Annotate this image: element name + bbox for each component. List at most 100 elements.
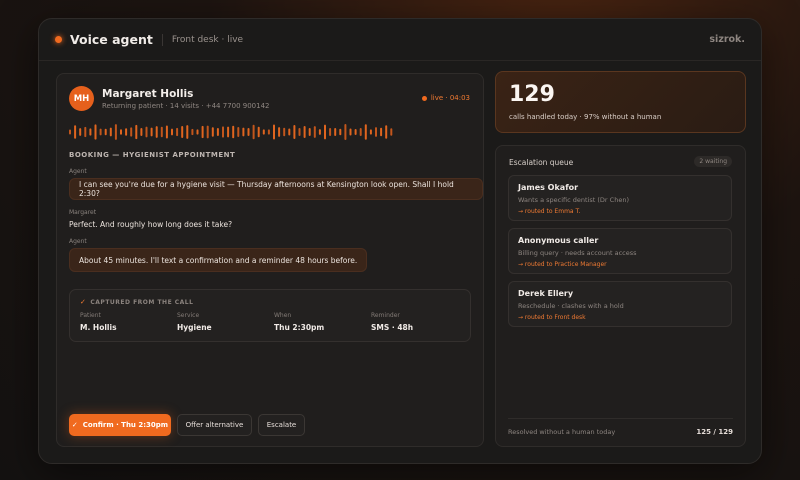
- app-title: Voice agent: [70, 32, 153, 47]
- waveform-bar: [176, 127, 179, 137]
- queue-item[interactable]: Anonymous caller Billing query · needs a…: [508, 228, 732, 274]
- divider: [161, 33, 163, 46]
- resolved-count: 125 / 129: [696, 428, 733, 436]
- waveform-bar: [344, 124, 347, 140]
- waveform-bar: [380, 127, 383, 137]
- field-value: Thu 2:30pm: [274, 323, 325, 332]
- calls-caption: calls handled today · 97% without a huma…: [509, 113, 662, 121]
- waveform-bar: [293, 124, 296, 140]
- waveform-bar: [114, 124, 117, 140]
- waveform-bar: [334, 127, 337, 137]
- waveform-bar: [89, 128, 92, 136]
- captured-details-card: ✓ CAPTURED FROM THE CALL Patient M. Holl…: [69, 289, 471, 342]
- waveform-bar: [104, 128, 107, 136]
- field-label: Service: [177, 312, 200, 319]
- waveform-bar: [283, 127, 286, 137]
- captured-heading-text: CAPTURED FROM THE CALL: [90, 298, 194, 306]
- captured-heading: ✓ CAPTURED FROM THE CALL: [80, 298, 193, 306]
- check-icon: ✓: [71, 421, 78, 429]
- waveform-bar: [222, 126, 224, 138]
- speaker-label: Agent: [69, 238, 87, 245]
- waveform-bar: [94, 124, 97, 140]
- call-panel: MH Margaret Hollis Returning patient · 1…: [56, 73, 484, 447]
- waveform-bar: [227, 126, 230, 138]
- offer-alternative-button[interactable]: Offer alternative: [177, 414, 252, 436]
- waveform-bar: [145, 126, 148, 138]
- calls-stats-card: 129 calls handled today · 97% without a …: [495, 71, 746, 133]
- agent-message: I can see you're due for a hygiene visit…: [69, 178, 483, 200]
- booking-label: BOOKING — HYGIENIST APPOINTMENT: [69, 151, 236, 159]
- waveform-bar: [150, 127, 153, 137]
- waveform-bar: [247, 127, 250, 137]
- calls-count: 129: [509, 82, 555, 107]
- waveform-bar: [267, 129, 270, 135]
- field-label: Patient: [80, 312, 101, 319]
- waveform-bar: [252, 124, 255, 140]
- waveform-bar: [369, 129, 372, 135]
- live-dot-icon: [421, 95, 427, 101]
- queue-item-route: → routed to Front desk: [518, 314, 586, 321]
- queue-item-name: James Okafor: [518, 183, 579, 192]
- waveform-bar: [308, 127, 311, 137]
- escalation-queue: Escalation queue 2 waiting James Okafor …: [495, 145, 746, 447]
- caller-header: MH Margaret Hollis Returning patient · 1…: [69, 86, 270, 111]
- waveform-bar: [171, 128, 173, 136]
- caller-message: Perfect. And roughly how long does it ta…: [69, 220, 233, 229]
- waveform-bar: [364, 124, 367, 140]
- queue-item-desc: Wants a specific dentist (Dr Chen): [518, 196, 629, 204]
- confirm-label: Confirm · Thu 2:30pm: [82, 421, 169, 429]
- captured-field-service: Service Hygiene: [177, 312, 212, 332]
- confirm-button[interactable]: ✓ Confirm · Thu 2:30pm: [69, 414, 171, 436]
- waveform-bar: [79, 128, 82, 136]
- field-value: SMS · 48h: [371, 323, 414, 332]
- waveform-bar: [130, 127, 133, 137]
- waveform-bar: [390, 128, 393, 136]
- waveform-bar: [74, 125, 77, 139]
- caller-meta: Returning patient · 14 visits · +44 7700…: [102, 101, 270, 110]
- waveform-bar: [257, 126, 260, 138]
- field-value: Hygiene: [177, 323, 212, 332]
- field-label: When: [274, 312, 292, 319]
- waveform-bar: [262, 129, 265, 135]
- top-bar: Voice agent Front desk · live sizrok.: [39, 19, 761, 61]
- queue-item-route: → routed to Emma T.: [518, 208, 581, 215]
- app-subtitle: Front desk · live: [171, 34, 244, 45]
- waveform-bar: [69, 129, 71, 135]
- waveform-bar: [359, 127, 362, 137]
- waveform-bar: [349, 128, 352, 136]
- waveform-bar: [84, 126, 87, 138]
- waveform-bar: [155, 126, 158, 138]
- queue-title: Escalation queue: [509, 158, 574, 167]
- waveform-bar: [191, 128, 194, 136]
- waveform-bar: [329, 127, 332, 137]
- queue-item[interactable]: Derek Ellery Reschedule · clashes with a…: [508, 281, 732, 327]
- resolved-label: Resolved without a human today: [508, 428, 616, 436]
- escalate-button[interactable]: Escalate: [258, 414, 305, 436]
- waveform-bar: [313, 126, 316, 138]
- queue-count-badge: 2 waiting: [694, 156, 732, 167]
- waveform-bar: [375, 127, 377, 137]
- queue-item-desc: Billing query · needs account access: [518, 249, 637, 257]
- waveform-bar: [339, 128, 342, 136]
- waveform-bar: [120, 129, 122, 135]
- queue-item-name: Derek Ellery: [518, 289, 574, 298]
- waveform-bar: [385, 125, 388, 139]
- waveform-bar: [201, 125, 204, 139]
- speaker-label: Agent: [69, 168, 87, 175]
- live-timer: live · 04:03: [430, 94, 470, 102]
- waveform-bar: [135, 124, 138, 140]
- waveform-bar: [165, 125, 168, 139]
- audio-waveform: [69, 124, 393, 140]
- voice-agent-window: Voice agent Front desk · live sizrok. MH…: [38, 18, 762, 464]
- waveform-bar: [196, 129, 199, 135]
- waveform-bar: [303, 125, 306, 139]
- speaker-label: Margaret: [69, 209, 97, 216]
- field-value: M. Hollis: [80, 323, 117, 332]
- waveform-bar: [318, 129, 321, 135]
- waveform-bar: [109, 127, 112, 137]
- queue-item-desc: Reschedule · clashes with a hold: [518, 302, 624, 310]
- waveform-bar: [278, 127, 281, 137]
- queue-footer: Resolved without a human today 125 / 129: [508, 418, 733, 436]
- waveform-bar: [216, 127, 219, 137]
- queue-item[interactable]: James Okafor Wants a specific dentist (D…: [508, 175, 732, 221]
